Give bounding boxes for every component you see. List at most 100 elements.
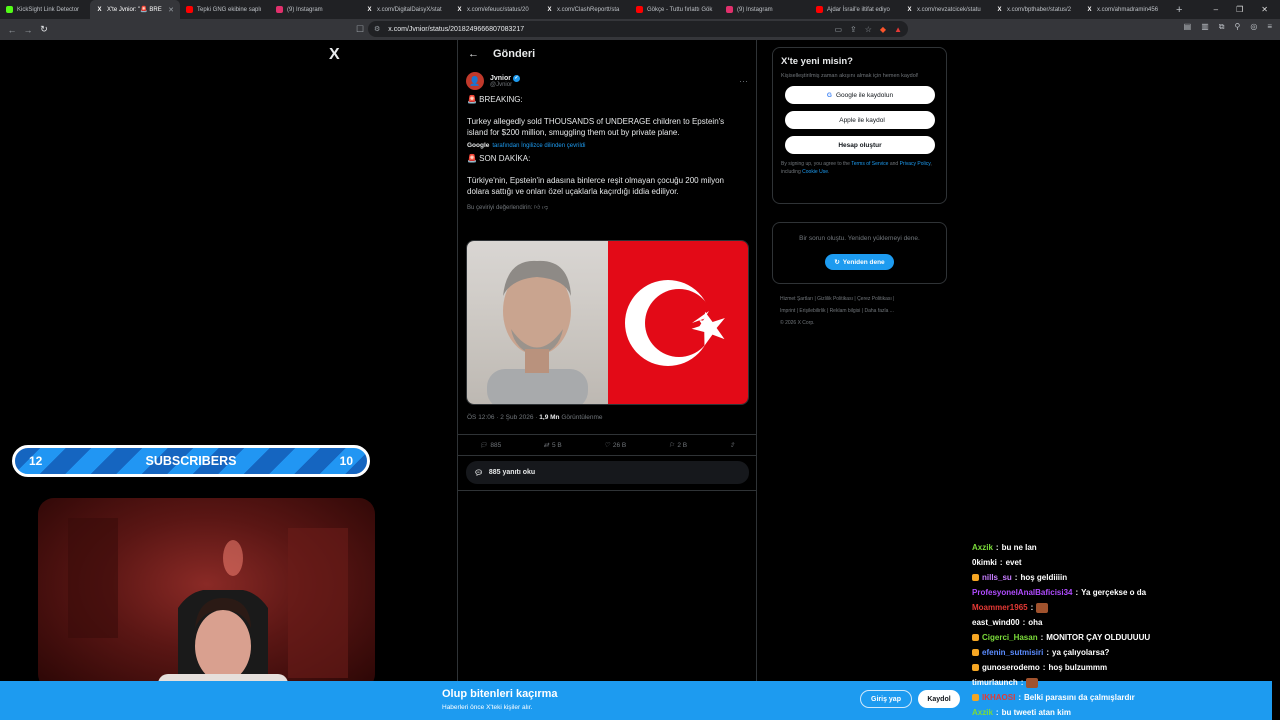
instagram-icon: [276, 6, 283, 13]
install-icon[interactable]: ▭: [834, 25, 842, 34]
chat-text: evet: [1005, 558, 1022, 567]
browser-tab[interactable]: Xx.com/efeuuc/status/20: [450, 0, 540, 19]
vpn-icon[interactable]: ⚲: [1234, 22, 1240, 32]
create-account-button[interactable]: Hesap oluştur: [785, 136, 935, 154]
bookmark-icon[interactable]: ☐: [352, 24, 368, 35]
close-window-icon[interactable]: ✕: [1261, 5, 1268, 14]
turkish-flag[interactable]: [608, 241, 748, 404]
chat-username[interactable]: Moammer1965: [972, 600, 1028, 615]
maximize-icon[interactable]: ❐: [1236, 5, 1243, 14]
footer-link[interactable]: Çerez Politikası: [857, 296, 892, 302]
thumbs-up-icon[interactable]: 👍︎: [534, 205, 540, 211]
browser-tab[interactable]: Gökçe - Tuttu fırlattı Gök: [630, 0, 720, 19]
bookmark-button[interactable]: ⚐ 2 B: [669, 441, 688, 450]
chat-username[interactable]: timurlaunch: [972, 675, 1018, 690]
chat-username[interactable]: nills_su: [982, 570, 1012, 585]
close-tab-icon[interactable]: ✕: [168, 6, 174, 14]
footer-link[interactable]: Gizlilik Politikası: [817, 296, 853, 302]
terms-link[interactable]: Terms of Service: [851, 161, 888, 167]
sidebar-icon[interactable]: ▥: [1201, 22, 1209, 32]
browser-tab[interactable]: (9) Instagram: [720, 0, 810, 19]
translation-link[interactable]: tarafından İngilizce dilinden çevrildi: [492, 143, 585, 149]
chat-username[interactable]: Axzik: [972, 705, 993, 720]
chat-username[interactable]: gunoserodemo: [982, 660, 1040, 675]
chat-username[interactable]: Axzik: [972, 540, 993, 555]
browser-tab[interactable]: Xx.com/DigitalDaisyX/stat: [360, 0, 450, 19]
main-divider: [458, 490, 756, 491]
chat-text: Ya gerçekse o da: [1081, 588, 1147, 597]
minimize-icon[interactable]: –: [1214, 5, 1218, 14]
like-button[interactable]: ♡ 26 B: [604, 441, 626, 450]
chat-username[interactable]: Cigerci_Hasan: [982, 630, 1038, 645]
author-name[interactable]: Jvnior: [490, 75, 511, 82]
x-logo[interactable]: X: [329, 46, 340, 64]
subscriber-count-left: 12: [29, 454, 43, 468]
terms-text-1: By signing up, you agree to the: [781, 161, 852, 167]
cookie-link[interactable]: Cookie Use: [802, 169, 828, 175]
thumbs-down-icon[interactable]: 👎︎: [542, 205, 548, 211]
post-timestamp[interactable]: ÖS 12:06 · 2 Şub 2026 ·: [467, 414, 539, 421]
browser-tab[interactable]: Ajdar İsrail'e iltifat ediyo: [810, 0, 900, 19]
address-bar[interactable]: ⚙ x.com/Jvnior/status/201824966680708321…: [368, 21, 908, 37]
url-text[interactable]: x.com/Jvnior/status/2018249666807083217: [388, 26, 524, 33]
brave-shield-icon[interactable]: ◆: [880, 25, 886, 34]
rewards-icon[interactable]: ▲: [894, 25, 902, 34]
footer-link[interactable]: Erişilebilirlik: [799, 308, 825, 314]
browser-tab[interactable]: (9) Instagram: [270, 0, 360, 19]
wallet-icon[interactable]: ◎: [1250, 22, 1257, 32]
repost-button[interactable]: ⇄ 5 B: [543, 441, 562, 450]
browser-tab[interactable]: Tepki GNG ekibine saplı: [180, 0, 270, 19]
browser-tab[interactable]: X X'te Jvnior: "🚨 BRE ✕: [90, 0, 180, 19]
retry-button[interactable]: ↻ Yeniden dene: [825, 254, 894, 270]
author-handle[interactable]: @Jvnior: [490, 82, 520, 88]
footer-link[interactable]: Hizmet Şartları: [780, 296, 813, 302]
back-icon[interactable]: ←: [4, 25, 20, 35]
x-icon: X: [907, 6, 912, 13]
register-button[interactable]: Kaydol: [918, 690, 960, 708]
browser-tab[interactable]: KickSight Link Detector: [0, 0, 90, 19]
avatar[interactable]: 👤: [466, 72, 484, 90]
chat-username[interactable]: 0kimki: [972, 555, 997, 570]
apple-signup-button[interactable]: Apple ile kaydol: [785, 111, 935, 129]
post-line-breaking: 🚨 BREAKING:: [467, 95, 523, 104]
chat-text: bu ne lan: [1001, 543, 1037, 552]
footer-link[interactable]: Reklam bilgisi: [830, 308, 861, 314]
browser-tab[interactable]: Xx.com/ClashReportt/sta: [540, 0, 630, 19]
views-count: 1,9 Mn: [539, 414, 560, 421]
new-tab-icon[interactable]: +: [1170, 4, 1188, 16]
footer-link[interactable]: Daha fazla ...: [864, 308, 893, 314]
menu-icon[interactable]: ≡: [1267, 22, 1272, 32]
browser-tab[interactable]: Xx.com/nevzatcicek/statu: [900, 0, 990, 19]
translation-note: Google tarafından İngilizce dilinden çev…: [467, 142, 747, 149]
post-media[interactable]: [466, 240, 749, 405]
browser-tab[interactable]: Xx.com/bpthaber/status/2: [990, 0, 1080, 19]
google-signup-button[interactable]: G Google ile kaydolun: [785, 86, 935, 104]
site-info-icon[interactable]: ⚙: [374, 25, 380, 33]
more-options-icon[interactable]: ···: [739, 76, 748, 86]
x-icon: X: [367, 6, 372, 13]
chat-username[interactable]: IKHAOSI: [982, 690, 1015, 705]
reader-icon[interactable]: ▤: [1184, 22, 1192, 32]
share-icon[interactable]: ⇪: [850, 25, 857, 34]
browser-tab[interactable]: Xx.com/ahmadramin456: [1080, 0, 1170, 19]
repost-icon: ⇄: [543, 442, 549, 449]
star-icon[interactable]: ☆: [865, 25, 872, 34]
portrait-photo[interactable]: [467, 241, 608, 404]
share-post-button[interactable]: ⇧: [729, 441, 734, 449]
login-button[interactable]: Giriş yap: [860, 690, 912, 708]
read-replies-button[interactable]: 💬︎ 885 yanıtı oku: [466, 461, 749, 484]
reload-icon[interactable]: ↻: [36, 24, 52, 35]
footer-link[interactable]: Imprint: [780, 308, 795, 314]
post-header: ← Gönderi: [458, 40, 756, 68]
chat-badge-icon: [972, 574, 979, 581]
reply-button[interactable]: 💬︎ 885: [479, 441, 501, 450]
forward-icon[interactable]: →: [20, 25, 36, 35]
extensions-icon[interactable]: ⧉: [1219, 22, 1225, 32]
chat-username[interactable]: efenin_sutmisiri: [982, 645, 1043, 660]
chat-username[interactable]: east_wind00: [972, 615, 1020, 630]
chat-username[interactable]: ProfesyonelAnalBaficisi34: [972, 585, 1072, 600]
chat-text: Belki parasını da çalmışlardır: [1024, 693, 1135, 702]
chat-message: efenin_sutmisiri: ya çalıyolarsa?: [972, 645, 1272, 660]
back-arrow-icon[interactable]: ←: [468, 48, 479, 60]
privacy-link[interactable]: Privacy Policy: [900, 161, 931, 167]
